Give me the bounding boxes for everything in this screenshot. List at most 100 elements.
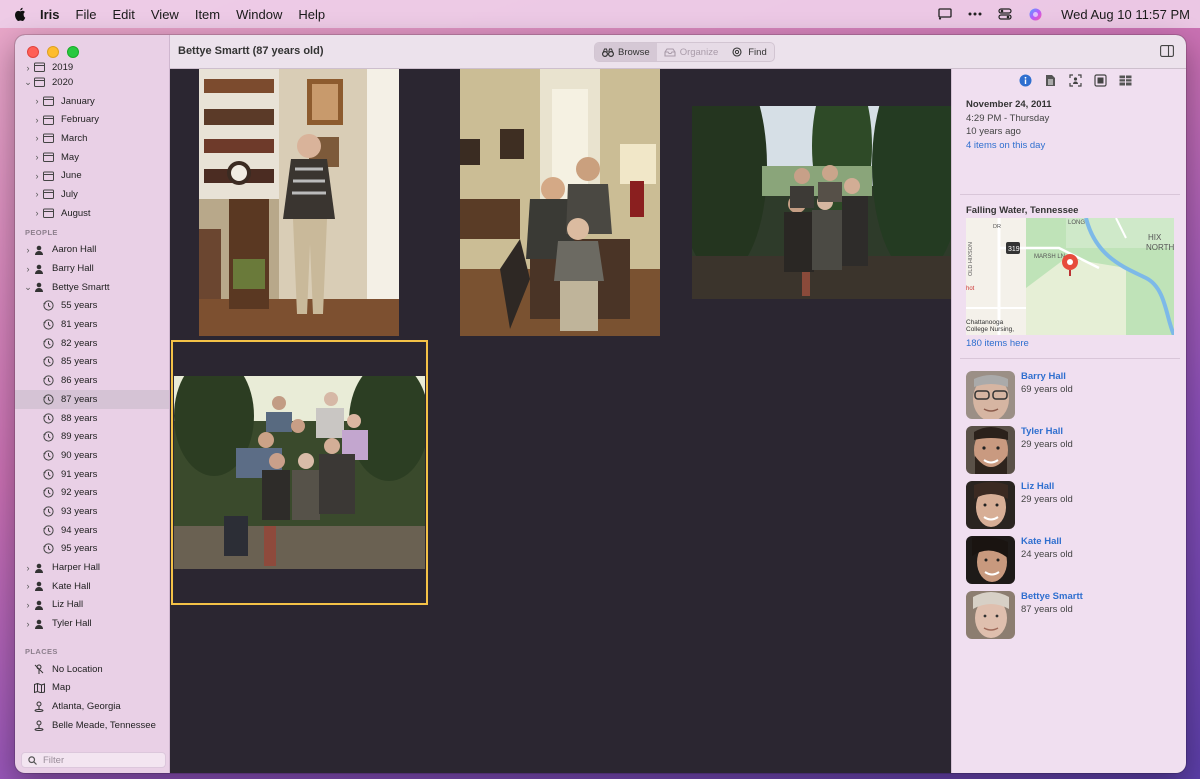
person-card[interactable]: Barry Hall 69 years old (966, 371, 1176, 426)
sidebar-item-month[interactable]: › June (15, 166, 169, 185)
sidebar-item-person-bettye[interactable]: ⌄ Bettye Smartt (15, 278, 169, 297)
apple-menu-icon[interactable] (14, 6, 28, 22)
cast-icon[interactable] (937, 7, 953, 21)
zoom-window-button[interactable] (67, 46, 79, 58)
sidebar-item-age[interactable]: 92 years (15, 483, 169, 502)
person-face-bettye[interactable] (966, 591, 1015, 639)
sidebar-item-person[interactable]: › Tyler Hall (15, 614, 169, 633)
photo-thumbnail[interactable] (692, 106, 951, 299)
sidebar-item-year-2020[interactable]: ⌄ 2020 (15, 73, 169, 92)
inspector-toggle-icon[interactable] (1160, 45, 1174, 57)
close-window-button[interactable] (27, 46, 39, 58)
location-map[interactable]: 319 MARSH LN HIX NORTH Chattanooga Colle… (966, 218, 1174, 335)
person-name[interactable]: Tyler Hall (1021, 426, 1063, 437)
items-on-day-link[interactable]: 4 items on this day (966, 139, 1052, 153)
browse-button[interactable]: Browse (595, 43, 657, 61)
menu-app[interactable]: Iris (40, 7, 60, 22)
find-button[interactable]: Find (725, 43, 773, 61)
menu-item[interactable]: Item (195, 7, 220, 22)
person-card[interactable]: Bettye Smartt 87 years old (966, 591, 1176, 646)
person-age: 29 years old (1021, 494, 1073, 505)
sidebar-item-place[interactable]: Belle Meade, Tennessee (15, 716, 169, 735)
sidebar-item-age[interactable]: 93 years (15, 502, 169, 521)
photo-thumbnail-selected[interactable] (174, 376, 425, 569)
sidebar-item-person[interactable]: › Liz Hall (15, 596, 169, 615)
sidebar-item-month[interactable]: › March (15, 129, 169, 148)
sidebar-item-month[interactable]: › May (15, 148, 169, 167)
minimize-window-button[interactable] (47, 46, 59, 58)
person-card[interactable]: Kate Hall 24 years old (966, 536, 1176, 591)
chevron-right-icon[interactable]: › (32, 96, 42, 106)
sidebar-item-age[interactable]: 88 years (15, 409, 169, 428)
menu-file[interactable]: File (76, 7, 97, 22)
sidebar-item-place[interactable]: Map (15, 679, 169, 698)
menu-window[interactable]: Window (236, 7, 282, 22)
chevron-right-icon[interactable]: › (32, 208, 42, 218)
chevron-right-icon[interactable]: › (32, 115, 42, 125)
chevron-right-icon[interactable]: › (23, 581, 33, 591)
organize-button[interactable]: Organize (657, 43, 726, 61)
more-icon[interactable] (967, 7, 983, 21)
sidebar-item-age[interactable]: 95 years (15, 540, 169, 559)
sidebar-item-month[interactable]: › July (15, 185, 169, 204)
chevron-right-icon[interactable]: › (23, 563, 33, 573)
chevron-right-icon[interactable]: › (32, 171, 42, 181)
person-card[interactable]: Tyler Hall 29 years old (966, 426, 1176, 481)
menubar-clock[interactable]: Wed Aug 10 11:57 PM (1061, 7, 1190, 22)
photo-thumbnail[interactable] (460, 69, 660, 336)
person-face-tyler[interactable] (966, 426, 1015, 474)
info-icon[interactable] (1018, 73, 1032, 87)
chevron-right-icon[interactable]: › (23, 619, 33, 629)
person-face-kate[interactable] (966, 536, 1015, 584)
chevron-down-icon[interactable]: ⌄ (23, 282, 33, 293)
items-here-link[interactable]: 180 items here (966, 338, 1029, 349)
sidebar-item-age[interactable]: 94 years (15, 521, 169, 540)
sidebar-item-month[interactable]: › August (15, 204, 169, 223)
person-face-barry[interactable] (966, 371, 1015, 419)
sidebar-item-place[interactable]: No Location (15, 660, 169, 679)
person-face-liz[interactable] (966, 481, 1015, 529)
chevron-right-icon[interactable]: › (23, 600, 33, 610)
sidebar-item-age[interactable]: 81 years (15, 315, 169, 334)
siri-icon[interactable] (1027, 7, 1043, 21)
document-icon[interactable] (1043, 73, 1057, 87)
sidebar-item-age[interactable]: 82 years (15, 334, 169, 353)
person-card[interactable]: Liz Hall 29 years old (966, 481, 1176, 536)
sidebar-item-person[interactable]: › Harper Hall (15, 558, 169, 577)
menu-view[interactable]: View (151, 7, 179, 22)
menu-help[interactable]: Help (298, 7, 325, 22)
person-name[interactable]: Liz Hall (1021, 481, 1054, 492)
sidebar-item-age[interactable]: 89 years (15, 427, 169, 446)
sidebar-item-age[interactable]: 86 years (15, 371, 169, 390)
chevron-right-icon[interactable]: › (32, 152, 42, 162)
sidebar-item-age[interactable]: 85 years (15, 353, 169, 372)
map-long-label: LONG (1068, 220, 1085, 226)
control-center-icon[interactable] (997, 7, 1013, 21)
table-view-icon[interactable] (1118, 73, 1132, 87)
sidebar-item-person[interactable]: › Barry Hall (15, 259, 169, 278)
sidebar-item-year-2019[interactable]: › 2019 (15, 61, 169, 73)
sidebar-item-month[interactable]: › February (15, 110, 169, 129)
menu-edit[interactable]: Edit (112, 7, 134, 22)
sidebar-item-age[interactable]: 55 years (15, 297, 169, 316)
chevron-right-icon[interactable]: › (23, 63, 33, 73)
chevron-right-icon[interactable]: › (32, 189, 42, 199)
photo-thumbnail[interactable] (199, 69, 399, 336)
sidebar-item-place[interactable]: Atlanta, Georgia (15, 697, 169, 716)
person-name[interactable]: Kate Hall (1021, 536, 1062, 547)
chevron-right-icon[interactable]: › (23, 264, 33, 274)
face-scan-icon[interactable] (1068, 73, 1082, 87)
sidebar-item-age[interactable]: 90 years (15, 446, 169, 465)
crop-frame-icon[interactable] (1093, 73, 1107, 87)
sidebar-item-person[interactable]: › Aaron Hall (15, 241, 169, 260)
sidebar-item-month[interactable]: › January (15, 92, 169, 111)
chevron-down-icon[interactable]: ⌄ (23, 77, 33, 88)
sidebar-item-age[interactable]: 91 years (15, 465, 169, 484)
person-name[interactable]: Bettye Smartt (1021, 591, 1083, 602)
sidebar-item-age[interactable]: 87 years (15, 390, 169, 409)
person-name[interactable]: Barry Hall (1021, 371, 1066, 382)
chevron-right-icon[interactable]: › (23, 245, 33, 255)
sidebar-item-person[interactable]: › Kate Hall (15, 577, 169, 596)
sidebar-filter-input[interactable]: Filter (21, 752, 166, 768)
chevron-right-icon[interactable]: › (32, 133, 42, 143)
